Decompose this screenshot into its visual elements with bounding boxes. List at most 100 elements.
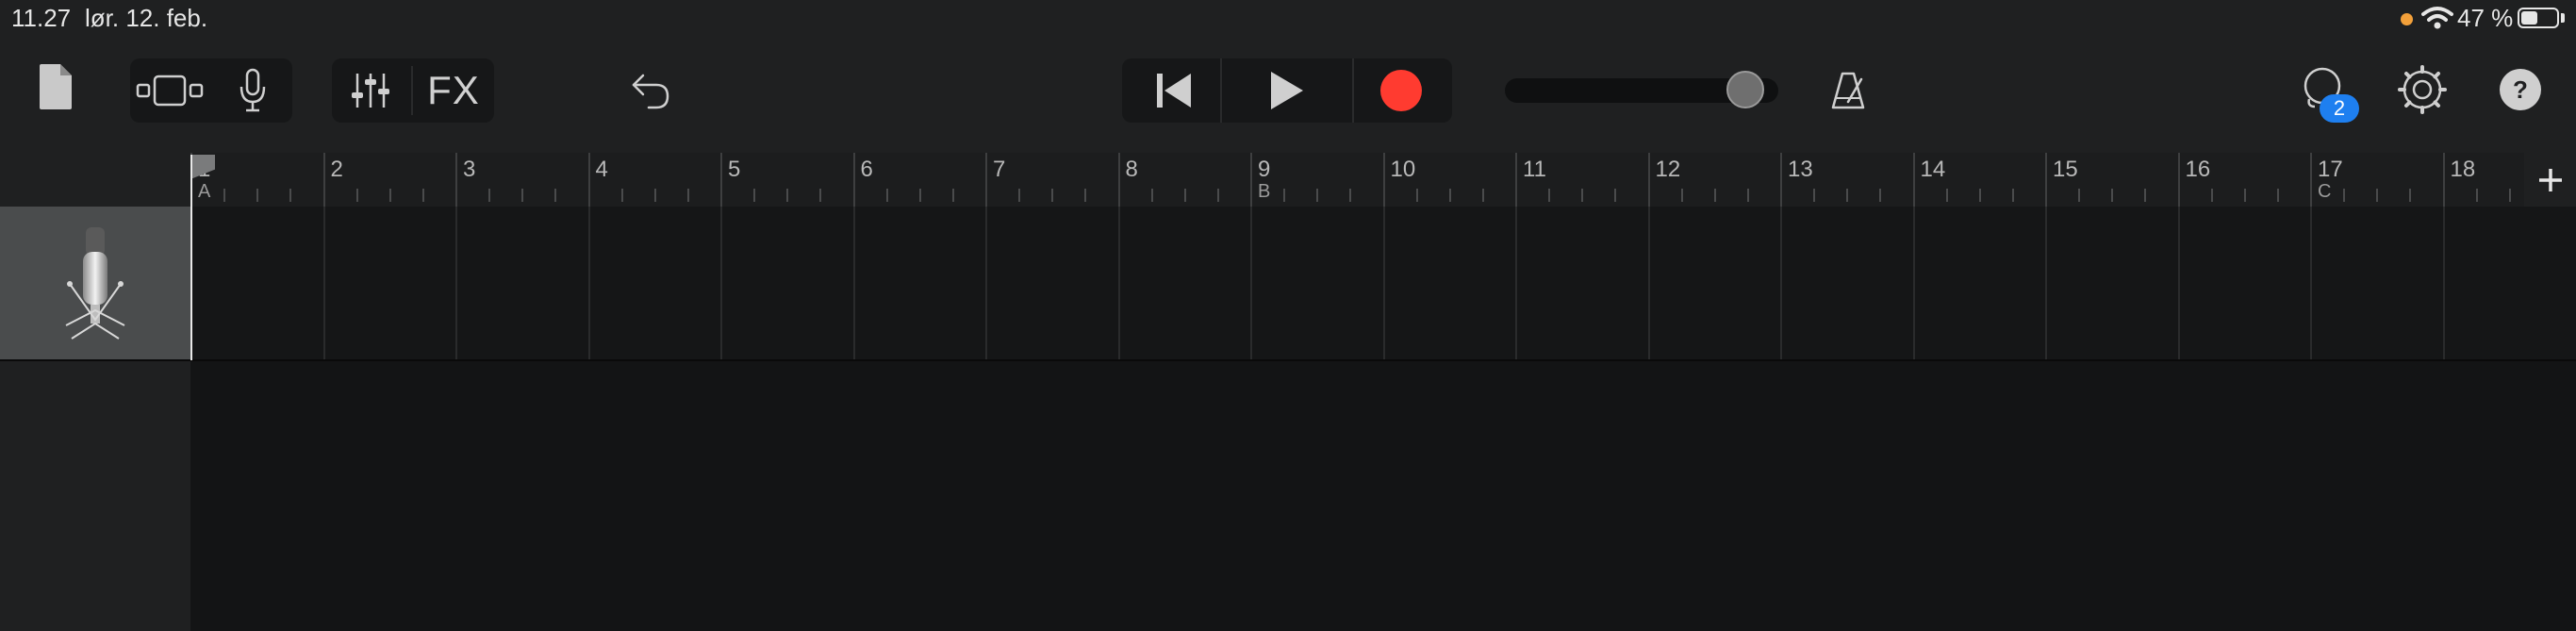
beat-tick — [554, 189, 557, 202]
track-list-empty — [0, 361, 190, 631]
beat-tick — [786, 189, 789, 202]
beat-tick — [1846, 189, 1849, 202]
beat-tick — [653, 189, 656, 202]
bar-number: 5 — [728, 157, 741, 182]
section-marker: A — [198, 181, 211, 202]
mic-in-use-indicator — [2401, 13, 2413, 25]
bar-number: 14 — [1920, 157, 1946, 182]
help-button[interactable]: ? — [2489, 58, 2551, 121]
my-songs-button[interactable] — [28, 58, 85, 115]
metronome-button[interactable] — [1820, 58, 1876, 123]
bar-number: 12 — [1655, 157, 1681, 182]
sliders-icon — [352, 74, 389, 108]
bar-number: 4 — [595, 157, 608, 182]
beat-tick — [1746, 189, 1749, 202]
beat-tick — [2343, 189, 2346, 202]
beat-tick — [918, 189, 921, 202]
metronome-icon — [1831, 72, 1865, 109]
lane-bar-line — [985, 207, 987, 359]
beat-tick — [753, 189, 756, 202]
bar-number: 10 — [1390, 157, 1416, 182]
beat-tick — [2111, 189, 2114, 202]
beat-tick — [256, 189, 259, 202]
play-button[interactable] — [1222, 58, 1350, 123]
bar-line — [985, 153, 987, 207]
song-sections-button[interactable] — [2524, 153, 2576, 207]
play-icon — [1271, 72, 1303, 109]
instrument-button[interactable] — [224, 58, 281, 123]
beat-tick — [1216, 189, 1219, 202]
section-marker: C — [2318, 181, 2332, 202]
beat-tick — [1548, 189, 1551, 202]
lane-bar-line — [2045, 207, 2047, 359]
fx-label: FX — [427, 68, 480, 112]
beat-tick — [223, 189, 226, 202]
beat-tick — [2475, 189, 2478, 202]
lane-bar-line — [1912, 207, 1915, 359]
beat-tick — [421, 189, 424, 202]
timeline-ruler[interactable]: 1A23456789B1011121314151617C18 — [190, 153, 2524, 207]
condenser-microphone-icon — [65, 227, 125, 340]
beat-tick — [1283, 189, 1286, 202]
beat-tick — [1680, 189, 1683, 202]
bar-number: 8 — [1125, 157, 1138, 182]
volume-knob[interactable] — [1726, 71, 1765, 108]
beat-tick — [521, 189, 524, 202]
lane-bar-line — [852, 207, 855, 359]
beat-tick — [1614, 189, 1617, 202]
status-date: lør. 12. feb. — [85, 4, 208, 32]
microphone-icon — [239, 68, 266, 112]
bar-number: 11 — [1523, 157, 1546, 182]
beat-tick — [2210, 189, 2213, 202]
go-to-beginning-button[interactable] — [1128, 58, 1220, 123]
beat-tick — [2508, 189, 2511, 202]
bar-line — [587, 153, 590, 207]
lane-bar-line — [455, 207, 457, 359]
battery-percentage: 47 % — [2457, 4, 2514, 32]
bar-line — [2045, 153, 2047, 207]
settings-button[interactable] — [2389, 57, 2455, 123]
bar-line — [455, 153, 457, 207]
bar-line — [1647, 153, 1650, 207]
tracks-view-button[interactable] — [134, 58, 206, 123]
beat-tick — [885, 189, 888, 202]
beat-tick — [1349, 189, 1352, 202]
beat-tick — [1051, 189, 1054, 202]
lane-bar-line — [322, 207, 325, 359]
gear-icon — [2398, 65, 2447, 114]
section-marker: B — [1258, 181, 1271, 202]
bar-line — [322, 153, 325, 207]
beat-tick — [2011, 189, 2014, 202]
bar-line — [1780, 153, 1782, 207]
master-volume-slider[interactable] — [1505, 71, 1778, 108]
beat-tick — [951, 189, 954, 202]
help-label: ? — [2513, 75, 2528, 104]
lane-bar-line — [2310, 207, 2312, 359]
undo-button[interactable] — [622, 58, 679, 123]
fx-button[interactable]: FX — [421, 58, 487, 123]
lane-bar-line — [587, 207, 590, 359]
record-button[interactable] — [1354, 58, 1448, 123]
bar-line — [1117, 153, 1120, 207]
beat-tick — [1183, 189, 1186, 202]
document-icon — [40, 64, 72, 109]
beat-tick — [1713, 189, 1716, 202]
beat-tick — [1978, 189, 1981, 202]
bar-number: 7 — [993, 157, 1006, 182]
lane-bar-line — [1250, 207, 1252, 359]
lane-bar-line — [2442, 207, 2445, 359]
toolbar: FX 2 ? — [0, 38, 2576, 153]
mixer-button[interactable] — [341, 58, 400, 123]
lane-bar-line — [1780, 207, 1782, 359]
workspace-empty[interactable] — [190, 361, 2576, 631]
track-header[interactable] — [0, 207, 190, 359]
undo-icon — [632, 74, 669, 109]
record-icon — [1380, 70, 1422, 111]
wifi-icon — [2421, 7, 2453, 29]
beat-tick — [1813, 189, 1816, 202]
beat-tick — [1316, 189, 1319, 202]
bar-line — [2442, 153, 2445, 207]
playhead — [190, 155, 192, 360]
battery-level — [2521, 11, 2537, 25]
beat-tick — [1581, 189, 1584, 202]
